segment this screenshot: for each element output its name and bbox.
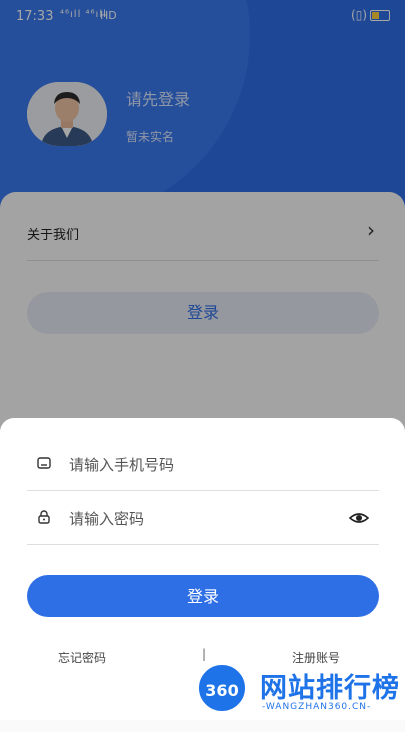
register-link[interactable]: 注册账号	[292, 649, 340, 666]
phone-input[interactable]	[67, 448, 341, 482]
phone-field	[27, 438, 379, 491]
phone-icon	[37, 457, 51, 469]
link-separator: |	[202, 647, 207, 661]
watermark-logo: 360	[196, 662, 248, 714]
lock-icon	[38, 510, 50, 524]
password-field	[27, 492, 379, 545]
watermark-title: 网站排行榜	[260, 673, 400, 704]
watermark-subtitle: -WANGZHAN360.CN-	[262, 702, 372, 712]
password-input[interactable]	[67, 502, 341, 536]
eye-icon[interactable]	[349, 508, 369, 528]
login-button[interactable]: 登录	[27, 575, 379, 617]
forgot-password-link[interactable]: 忘记密码	[58, 649, 106, 666]
